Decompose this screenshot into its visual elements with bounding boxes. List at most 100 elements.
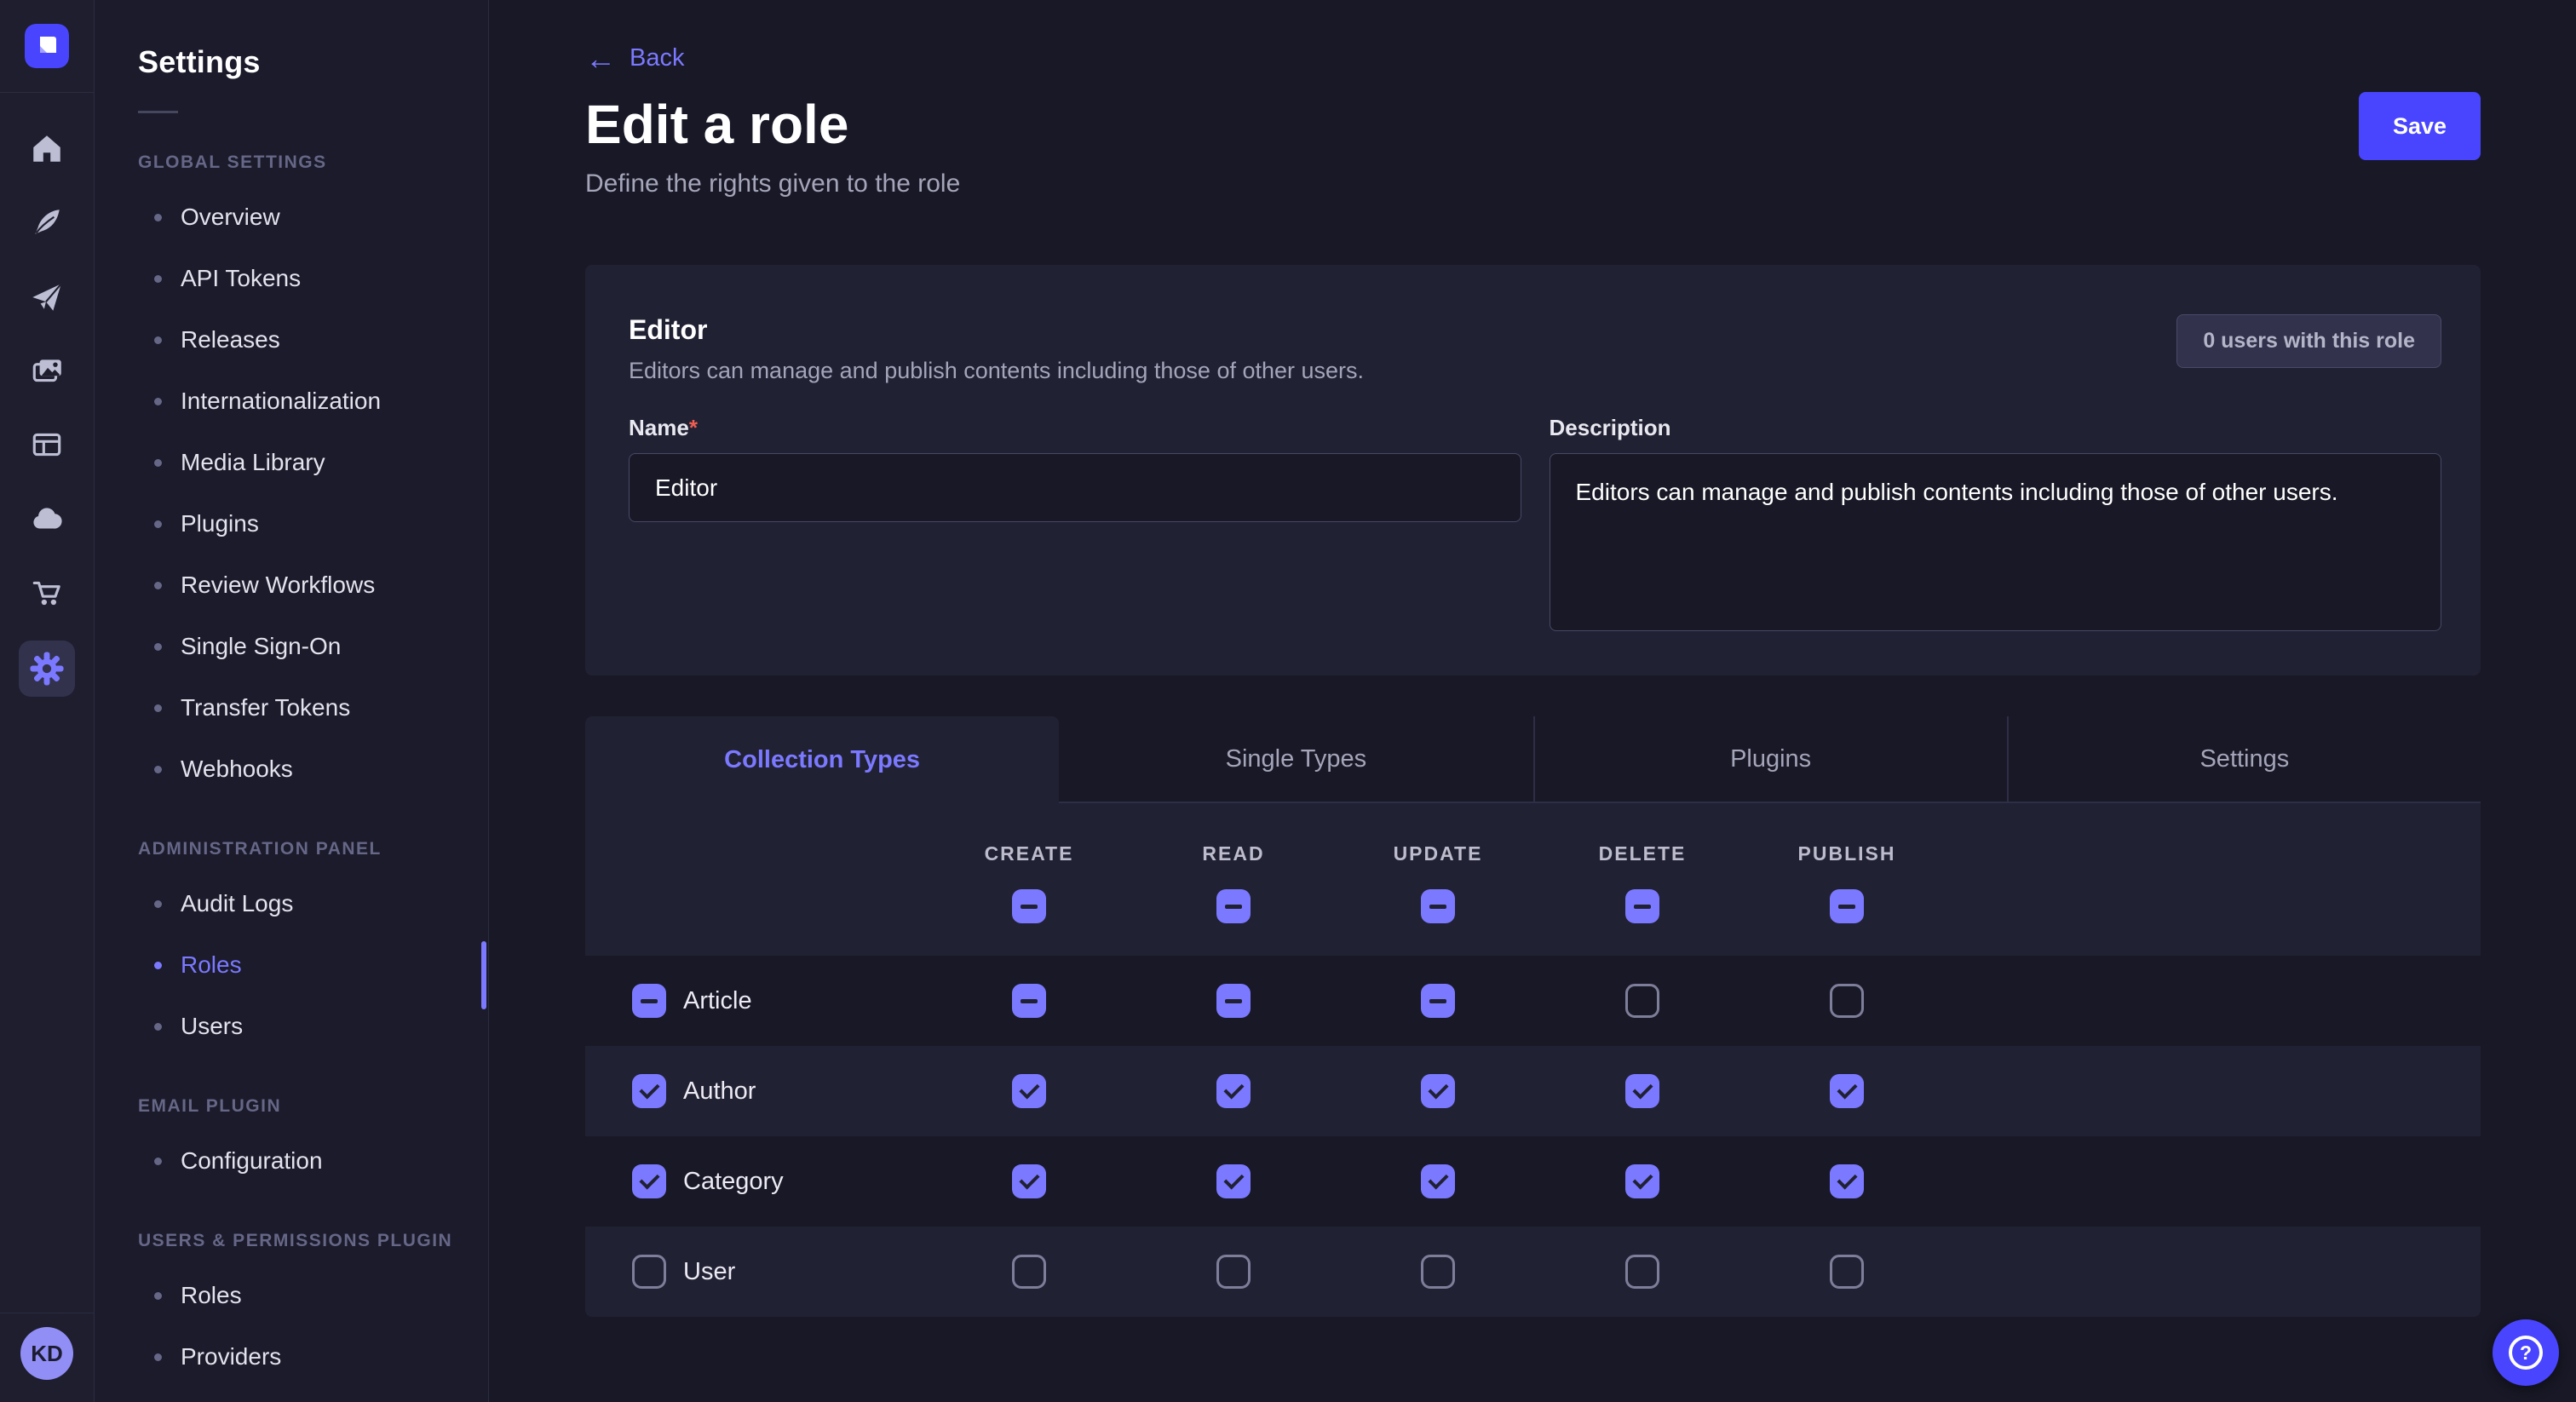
media-images-icon[interactable] [27, 351, 66, 390]
article-create-checkbox[interactable] [1012, 984, 1046, 1018]
subnav-item-internationalization[interactable]: Internationalization [95, 371, 488, 432]
article-update-checkbox[interactable] [1421, 984, 1455, 1018]
subnav-item-transfer-tokens[interactable]: Transfer Tokens [95, 677, 488, 738]
column-header-delete: DELETE [1540, 842, 1745, 865]
rail-nav [19, 129, 75, 697]
select-all-read-checkbox[interactable] [1216, 889, 1251, 923]
subnav-item-webhooks[interactable]: Webhooks [95, 738, 488, 800]
subnav-item-label: Audit Logs [181, 890, 293, 917]
name-input[interactable] [629, 453, 1521, 522]
paper-plane-icon[interactable] [27, 277, 66, 316]
tab-plugins[interactable]: Plugins [1533, 716, 2007, 803]
subnav-section-label: USERS & PERMISSIONS PLUGIN [138, 1231, 488, 1251]
main-content: ← Back Edit a role Define the rights giv… [489, 0, 2576, 1402]
layout-icon[interactable] [27, 425, 66, 464]
rail-bottom: KD [0, 1313, 94, 1402]
column-header-update: UPDATE [1336, 842, 1540, 865]
category-publish-checkbox[interactable] [1830, 1164, 1864, 1198]
rail-divider [0, 92, 94, 93]
user-delete-checkbox[interactable] [1625, 1255, 1659, 1289]
select-all-publish-checkbox[interactable] [1830, 889, 1864, 923]
bullet-icon [154, 643, 162, 651]
subnav-item-overview[interactable]: Overview [95, 187, 488, 248]
bullet-icon [154, 766, 162, 773]
category-update-checkbox[interactable] [1421, 1164, 1455, 1198]
help-button[interactable]: ? [2493, 1319, 2559, 1386]
avatar[interactable]: KD [20, 1327, 73, 1380]
role-name-heading: Editor [629, 314, 1364, 346]
cart-icon[interactable] [27, 573, 66, 612]
content-type-label: User [683, 1258, 735, 1286]
subnav-item-single-sign-on[interactable]: Single Sign-On [95, 616, 488, 677]
tab-settings[interactable]: Settings [2007, 716, 2481, 803]
author-select-checkbox[interactable] [632, 1074, 666, 1108]
subnav-item-roles[interactable]: Roles [95, 1265, 488, 1326]
category-delete-checkbox[interactable] [1625, 1164, 1659, 1198]
subnav-item-configuration[interactable]: Configuration [95, 1130, 488, 1192]
question-mark-icon: ? [2509, 1336, 2543, 1370]
gear-icon[interactable] [19, 641, 75, 697]
permission-row-category: Category [585, 1136, 2481, 1227]
subnav-item-label: Roles [181, 951, 242, 979]
bullet-icon [154, 1292, 162, 1300]
permission-row-author: Author [585, 1046, 2481, 1136]
bullet-icon [154, 459, 162, 467]
subnav-section: ADMINISTRATION PANELAudit LogsRolesUsers [95, 839, 488, 1057]
tab-single-types[interactable]: Single Types [1059, 716, 1532, 803]
subnav-item-users[interactable]: Users [95, 996, 488, 1057]
select-all-delete-checkbox[interactable] [1625, 889, 1659, 923]
name-label: Name* [629, 415, 1521, 441]
scrollbar-thumb[interactable] [481, 941, 486, 1009]
subnav-section: GLOBAL SETTINGS OverviewAPI TokensRelease… [95, 152, 488, 800]
category-create-checkbox[interactable] [1012, 1164, 1046, 1198]
select-all-create-checkbox[interactable] [1012, 889, 1046, 923]
article-select-checkbox[interactable] [632, 984, 666, 1018]
user-create-checkbox[interactable] [1012, 1255, 1046, 1289]
category-read-checkbox[interactable] [1216, 1164, 1251, 1198]
author-delete-checkbox[interactable] [1625, 1074, 1659, 1108]
author-publish-checkbox[interactable] [1830, 1074, 1864, 1108]
subnav-item-api-tokens[interactable]: API Tokens [95, 248, 488, 309]
strapi-logo-icon[interactable] [25, 24, 69, 68]
article-delete-checkbox[interactable] [1625, 984, 1659, 1018]
subnav-section-label: EMAIL PLUGIN [138, 1096, 488, 1117]
category-select-checkbox[interactable] [632, 1164, 666, 1198]
user-select-checkbox[interactable] [632, 1255, 666, 1289]
article-publish-checkbox[interactable] [1830, 984, 1864, 1018]
back-link[interactable]: ← Back [585, 44, 684, 72]
page-title: Edit a role [585, 93, 2481, 156]
bullet-icon [154, 1158, 162, 1165]
user-update-checkbox[interactable] [1421, 1255, 1455, 1289]
bullet-icon [154, 1353, 162, 1361]
back-label: Back [630, 44, 684, 72]
subnav-item-review-workflows[interactable]: Review Workflows [95, 554, 488, 616]
bullet-icon [154, 275, 162, 283]
subnav-item-releases[interactable]: Releases [95, 309, 488, 371]
users-with-role-badge[interactable]: 0 users with this role [2176, 314, 2441, 368]
save-button[interactable]: Save [2359, 92, 2481, 160]
home-icon[interactable] [27, 129, 66, 168]
back-arrow-icon: ← [585, 47, 616, 71]
subnav-item-audit-logs[interactable]: Audit Logs [95, 873, 488, 934]
column-header-read: READ [1131, 842, 1336, 865]
subnav-item-roles[interactable]: Roles [95, 934, 488, 996]
subnav-item-plugins[interactable]: Plugins [95, 493, 488, 554]
subnav-section-label: GLOBAL SETTINGS [138, 152, 488, 173]
subnav-item-label: Roles [181, 1282, 242, 1309]
tab-collection-types[interactable]: Collection Types [585, 716, 1059, 803]
select-all-update-checkbox[interactable] [1421, 889, 1455, 923]
bullet-icon [154, 900, 162, 908]
author-read-checkbox[interactable] [1216, 1074, 1251, 1108]
subnav-item-providers[interactable]: Providers [95, 1326, 488, 1388]
description-textarea[interactable]: Editors can manage and publish contents … [1550, 453, 2442, 631]
author-create-checkbox[interactable] [1012, 1074, 1046, 1108]
cloud-icon[interactable] [27, 499, 66, 538]
content-type-label: Article [683, 987, 752, 1015]
article-read-checkbox[interactable] [1216, 984, 1251, 1018]
feather-icon[interactable] [27, 203, 66, 242]
user-read-checkbox[interactable] [1216, 1255, 1251, 1289]
author-update-checkbox[interactable] [1421, 1074, 1455, 1108]
user-publish-checkbox[interactable] [1830, 1255, 1864, 1289]
subnav-item-media-library[interactable]: Media Library [95, 432, 488, 493]
role-description-heading: Editors can manage and publish contents … [629, 358, 1364, 384]
